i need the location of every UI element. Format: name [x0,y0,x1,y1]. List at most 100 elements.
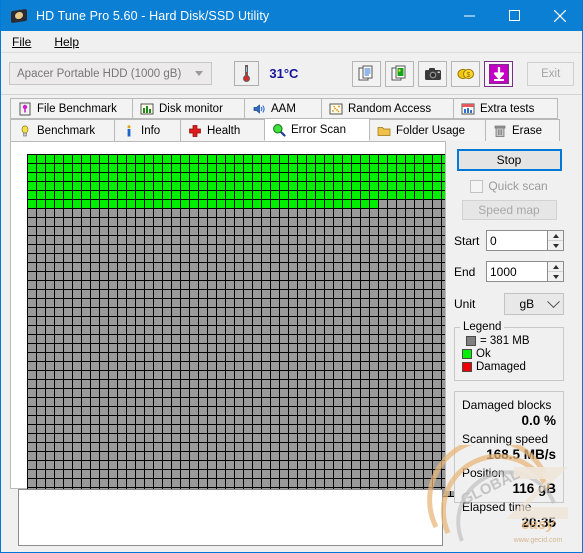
scan-block [298,353,306,361]
start-input[interactable] [487,231,547,250]
scan-block [379,371,387,379]
scan-block [289,290,297,298]
scan-block [181,470,189,478]
scan-block [226,308,234,316]
tab-aam[interactable]: AAM [244,98,322,119]
scan-block [415,425,423,433]
scan-block [388,326,396,334]
menu-item-help[interactable]: Help [51,33,89,51]
scan-block [307,335,315,343]
tab-error-scan[interactable]: Error Scan [264,118,370,141]
scan-block [226,281,234,289]
copy-text-button[interactable] [352,60,382,87]
quick-scan-checkbox[interactable] [470,179,484,193]
scan-block [37,389,45,397]
scan-block [73,389,81,397]
scan-block [109,371,117,379]
tab-erase[interactable]: Erase [485,119,560,141]
scan-block [325,227,333,235]
scan-block [343,371,351,379]
start-spin-down[interactable] [548,241,563,250]
scan-block [316,380,324,388]
scan-block [388,452,396,460]
buy-button[interactable]: $ [451,60,481,87]
exit-button[interactable]: Exit [527,61,574,86]
download-button[interactable] [484,60,514,87]
scan-block [208,479,216,487]
close-button[interactable] [537,0,582,31]
scan-block [343,434,351,442]
scan-block [388,281,396,289]
scan-grid[interactable] [27,154,478,497]
scan-block [280,407,288,415]
scan-block [217,308,225,316]
scan-block [208,461,216,469]
tab-benchmark[interactable]: Benchmark [10,119,115,141]
tab-extra-tests[interactable]: Extra tests [453,98,558,119]
scan-block [361,290,369,298]
scan-block [28,452,36,460]
scan-block [343,236,351,244]
scan-block [136,470,144,478]
end-spin-down[interactable] [548,272,563,281]
end-spin-up[interactable] [548,262,563,271]
scan-block [226,362,234,370]
menu-item-file[interactable]: File [9,33,41,51]
maximize-button[interactable] [492,0,537,31]
speed-map-button[interactable]: Speed map [461,200,557,220]
scan-block [271,155,279,163]
stop-button[interactable]: Stop [456,149,562,171]
scan-block [109,470,117,478]
tab-folder-usage[interactable]: Folder Usage [369,119,486,141]
scan-block [199,416,207,424]
scan-block [280,416,288,424]
scan-block [145,245,153,253]
scan-block [397,371,405,379]
scan-block [397,416,405,424]
scan-block [91,425,99,433]
tab-random-access[interactable]: Random Access [321,98,454,119]
scan-block [73,344,81,352]
scan-block [271,308,279,316]
end-stepper[interactable] [486,261,564,282]
quick-scan-row[interactable]: Quick scan [454,179,564,193]
disk-select[interactable]: Apacer Portable HDD (1000 gB) [9,62,213,85]
scan-block [424,416,432,424]
scan-block [208,380,216,388]
scan-block [298,272,306,280]
unit-select[interactable]: gB [503,293,564,315]
start-spin-up[interactable] [548,231,563,240]
scan-block [145,209,153,217]
scan-block [109,479,117,487]
tab-health[interactable]: Health [180,119,265,141]
tab-file-benchmark[interactable]: File Benchmark [10,98,133,119]
tab-info[interactable]: Info [114,119,181,141]
scan-block [37,398,45,406]
scan-block [262,362,270,370]
screenshot-button[interactable] [418,60,448,87]
scan-block [262,209,270,217]
scan-block [298,281,306,289]
scan-block [226,416,234,424]
scan-block [55,344,63,352]
end-spin-buttons[interactable] [547,262,563,281]
end-input[interactable] [487,262,547,281]
log-output[interactable] [18,489,443,546]
start-spin-buttons[interactable] [547,231,563,250]
scan-block [406,200,414,208]
scan-block [172,272,180,280]
scan-block [433,155,441,163]
svg-text:www.gecid.com: www.gecid.com [513,537,563,544]
scan-block [361,344,369,352]
scan-block [298,245,306,253]
thermometer-button[interactable] [234,61,260,86]
scan-block [226,263,234,271]
scan-block [262,272,270,280]
scan-block [208,236,216,244]
minimize-button[interactable] [447,0,492,31]
scan-block [199,254,207,262]
tab-disk-monitor[interactable]: Disk monitor [132,98,245,119]
start-stepper[interactable] [486,230,564,251]
copy-image-button[interactable] [385,60,415,87]
scan-block [163,173,171,181]
